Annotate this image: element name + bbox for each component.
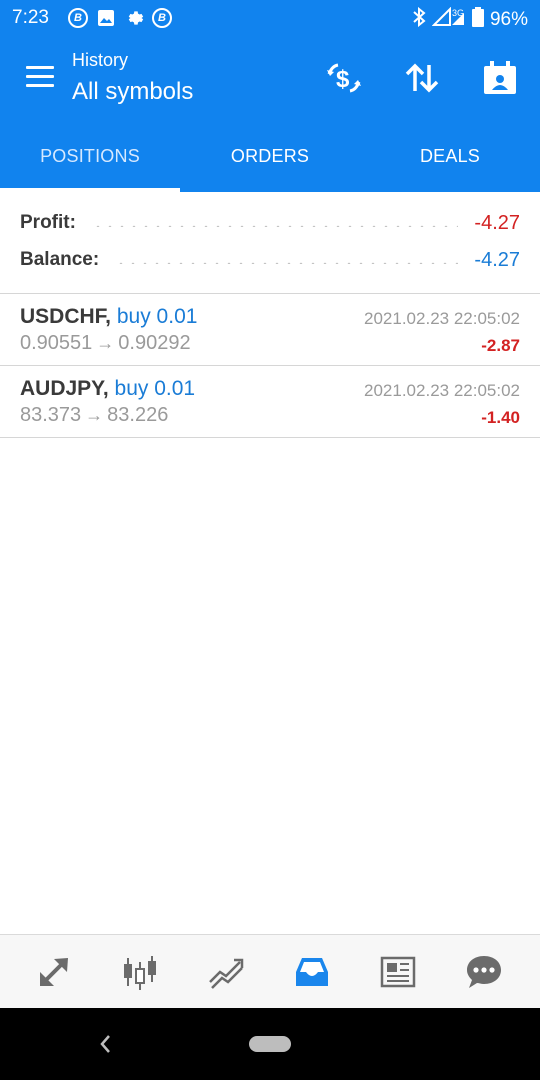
position-symbol-line: USDCHF, buy 0.01	[20, 305, 197, 329]
calendar-icon[interactable]	[478, 56, 522, 100]
battery-icon	[471, 7, 484, 33]
position-profit: -1.40	[481, 408, 520, 427]
deposit-withdraw-icon[interactable]: $	[322, 56, 366, 100]
page-title: History	[72, 50, 129, 70]
open-price: 83.373	[20, 404, 82, 426]
position-symbol: USDCHF,	[20, 305, 112, 328]
back-icon[interactable]	[94, 1030, 116, 1058]
status-bar: 7:23 B B 3G 96%	[0, 0, 540, 36]
trade-icon[interactable]	[203, 949, 249, 995]
status-time: 7:23	[12, 7, 49, 28]
svg-text:$: $	[336, 66, 350, 93]
settings-notification-icon	[124, 8, 144, 28]
close-price: 83.226	[107, 404, 169, 426]
position-profit: -2.87	[481, 336, 520, 355]
dotted-leader	[91, 225, 459, 227]
position-symbol-line: AUDJPY, buy 0.01	[20, 377, 195, 401]
bluetooth-icon	[412, 6, 426, 33]
position-prices: 0.90551 → 0.90292	[20, 332, 191, 355]
position-time: 2021.02.23 22:05:02	[364, 309, 520, 328]
profit-row: Profit: -4.27	[20, 208, 520, 238]
quotes-icon[interactable]	[31, 949, 77, 995]
position-time: 2021.02.23 22:05:02	[364, 381, 520, 400]
image-notification-icon	[96, 8, 116, 28]
tab-bar: POSITIONS ORDERS DEALS	[0, 120, 540, 192]
bitcoin-notification-icon-2: B	[152, 8, 172, 28]
dotted-leader	[115, 262, 459, 264]
chart-icon[interactable]	[117, 949, 163, 995]
open-price: 0.90551	[20, 332, 93, 354]
app-bar: History All symbols $	[0, 36, 540, 120]
balance-value: -4.27	[474, 248, 520, 271]
system-status-icons: 3G 96%	[412, 6, 528, 33]
profit-label: Profit:	[20, 212, 76, 233]
sort-icon[interactable]	[400, 56, 444, 100]
profit-value: -4.27	[474, 211, 520, 234]
close-price: 0.90292	[118, 332, 191, 354]
notification-icons: B B	[68, 8, 172, 28]
arrow-right-icon: →	[85, 405, 104, 425]
position-type: buy 0.01	[114, 377, 196, 400]
balance-label: Balance:	[20, 249, 100, 270]
position-prices: 83.373 → 83.226	[20, 404, 168, 427]
battery-percent: 96%	[489, 9, 528, 30]
summary-panel: Profit: -4.27 Balance: -4.27	[0, 192, 540, 294]
balance-row: Balance: -4.27	[20, 245, 520, 275]
arrow-right-icon: →	[96, 333, 115, 353]
table-row[interactable]: USDCHF, buy 0.01 0.90551 → 0.90292 2021.02…	[0, 294, 540, 366]
bitcoin-notification-icon: B	[68, 8, 88, 28]
symbol-filter[interactable]: All symbols	[72, 78, 193, 106]
signal-icon: 3G	[431, 6, 466, 33]
tab-deals[interactable]: DEALS	[360, 120, 540, 192]
table-row[interactable]: AUDJPY, buy 0.01 83.373 → 83.226 2021.02.2…	[0, 366, 540, 438]
home-pill-button[interactable]	[249, 1036, 291, 1052]
position-symbol: AUDJPY,	[20, 377, 109, 400]
news-icon[interactable]	[375, 949, 421, 995]
system-navigation-bar	[0, 1008, 540, 1080]
history-icon[interactable]	[289, 949, 335, 995]
tab-orders[interactable]: ORDERS	[180, 120, 360, 192]
menu-button[interactable]	[26, 66, 54, 88]
bottom-navigation	[0, 934, 540, 1008]
chat-icon[interactable]	[461, 949, 507, 995]
position-type: buy 0.01	[116, 305, 198, 328]
tab-positions[interactable]: POSITIONS	[0, 120, 180, 192]
